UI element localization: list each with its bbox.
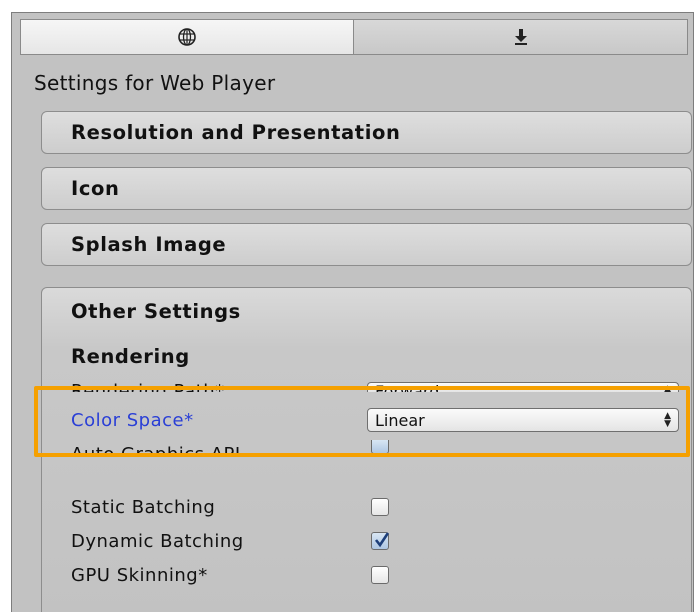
color-space-value: Linear — [375, 410, 425, 430]
gpu-skinning-row: GPU Skinning* — [71, 562, 361, 588]
rendering-path-label: Rendering Path* — [71, 382, 361, 392]
checkmark-icon — [374, 532, 390, 548]
inspector-panel: Settings for Web Player Resolution and P… — [11, 12, 694, 612]
settings-header: Settings for Web Player — [34, 71, 276, 95]
section-splash-image[interactable]: Splash Image — [41, 223, 692, 266]
dynamic-batching-checkbox[interactable] — [371, 532, 390, 550]
section-title: Resolution and Presentation — [71, 121, 401, 144]
static-batching-row: Static Batching — [71, 494, 361, 520]
section-title-other-settings[interactable]: Other Settings — [71, 300, 241, 323]
rendering-path-row: Rendering Path* — [71, 382, 361, 392]
static-batching-checkbox[interactable] — [371, 498, 389, 516]
auto-graphics-api-label: Auto Graphics API — [71, 445, 361, 455]
auto-graphics-api-row: Auto Graphics API — [71, 445, 361, 455]
auto-graphics-api-checkbox[interactable] — [371, 440, 389, 454]
rendering-heading: Rendering — [71, 345, 190, 368]
platform-tabs — [20, 19, 688, 55]
gpu-skinning-label: GPU Skinning* — [71, 564, 208, 586]
dynamic-batching-label: Dynamic Batching — [71, 530, 244, 552]
color-space-row: Color Space* — [71, 407, 361, 433]
tab-web-player[interactable] — [20, 19, 354, 55]
section-resolution-and-presentation[interactable]: Resolution and Presentation — [41, 111, 692, 154]
rendering-path-value: Forward — [375, 382, 440, 392]
globe-icon — [178, 28, 196, 46]
dropdown-arrows-icon: ▲ — [664, 384, 671, 393]
static-batching-label: Static Batching — [71, 496, 216, 518]
section-icon[interactable]: Icon — [41, 167, 692, 210]
rendering-path-dropdown[interactable]: Forward ▲ — [367, 382, 679, 392]
section-title: Icon — [71, 177, 120, 200]
color-space-dropdown[interactable]: Linear ▲ ▼ — [367, 408, 679, 432]
download-icon — [514, 29, 527, 45]
section-other-settings: Other Settings Rendering Rendering Path*… — [41, 287, 692, 612]
dynamic-batching-row: Dynamic Batching — [71, 528, 361, 554]
color-space-label: Color Space* — [71, 409, 194, 431]
dropdown-arrows-icon: ▲ ▼ — [664, 411, 671, 429]
section-title: Splash Image — [71, 233, 227, 256]
gpu-skinning-checkbox[interactable] — [371, 566, 389, 584]
tab-standalone[interactable] — [354, 19, 688, 55]
